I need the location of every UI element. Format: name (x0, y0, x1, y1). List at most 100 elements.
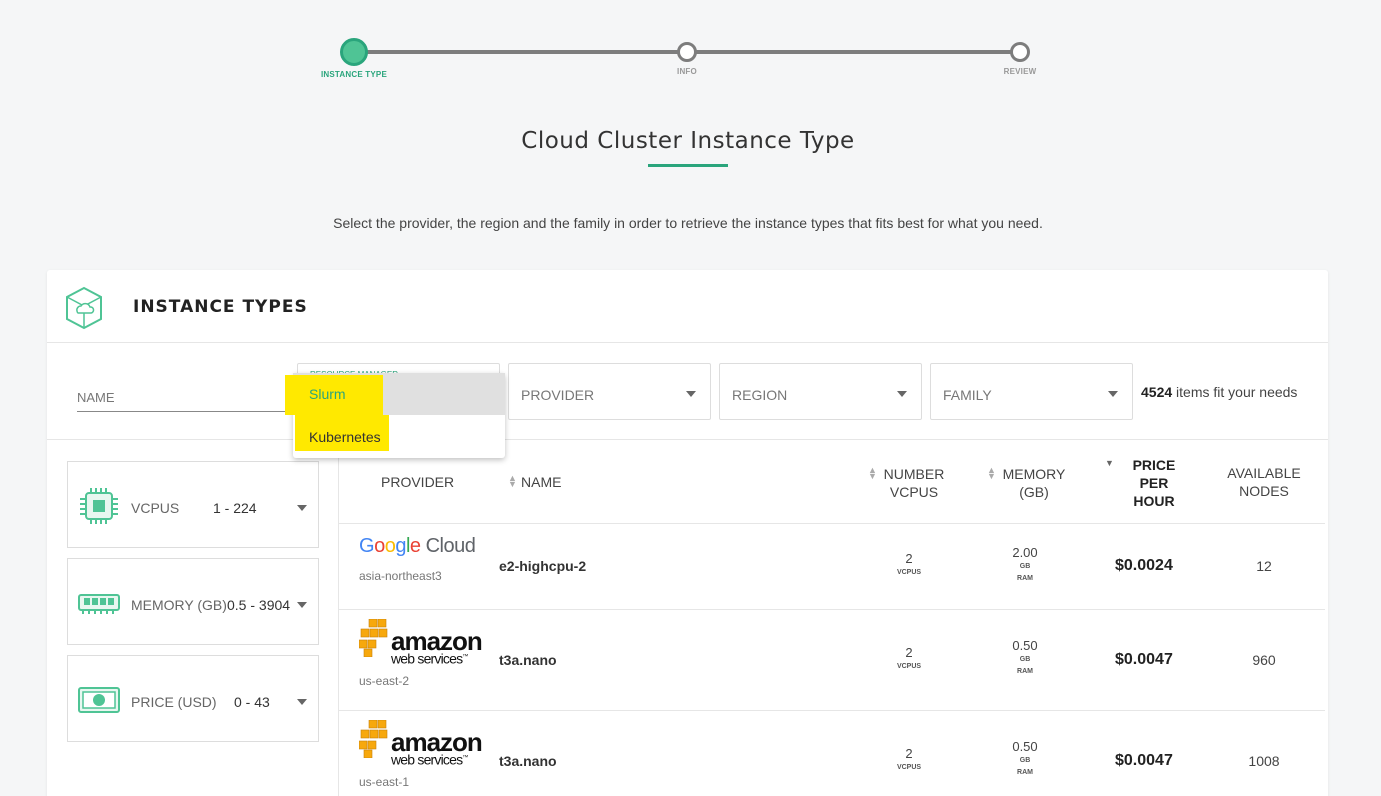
sort-icon[interactable]: ▲ ▼ (868, 466, 877, 481)
chevron-down-icon (686, 391, 696, 397)
step-label: INFO (677, 67, 697, 76)
results-count-number: 4524 (1141, 384, 1173, 400)
cpu-icon (80, 488, 118, 524)
step-review[interactable]: REVIEW (980, 38, 1060, 76)
logo-letter: g (395, 535, 406, 557)
row-instance-name: t3a.nano (499, 652, 557, 668)
aws-cubes-icon (359, 720, 388, 758)
row-vcpus-value: 2 (905, 645, 913, 660)
provider-select[interactable]: PROVIDER (508, 363, 711, 420)
resource-manager-dropdown: Slurm Kubernetes (285, 373, 505, 458)
aws-trademark: ™ (462, 654, 468, 660)
aws-sub: web services™ (391, 751, 468, 768)
column-memory[interactable]: MEMORY (GB) (997, 465, 1071, 501)
row-memory-unit: RAM (1017, 668, 1033, 675)
filter-label: MEMORY (GB) (131, 597, 227, 613)
column-name[interactable]: NAME (521, 473, 561, 491)
stepper-line (354, 50, 687, 54)
row-instance-name: e2-highcpu-2 (499, 558, 587, 574)
page-title: Cloud Cluster Instance Type (521, 128, 855, 154)
row-price: $0.0047 (1115, 752, 1173, 769)
row-memory-unit: RAM (1017, 575, 1033, 582)
row-vcpus-unit: VCPUS (896, 663, 922, 670)
results-count: 4524 items fit your needs (1141, 384, 1297, 400)
google-cloud-logo: Google Cloud (359, 535, 476, 558)
aws-sub: web services™ (391, 651, 468, 666)
row-memory-unit: GB (1019, 563, 1031, 570)
row-region: us-east-2 (359, 674, 410, 688)
column-nodes[interactable]: AVAILABLE NODES (1224, 464, 1304, 500)
chevron-down-icon (1108, 391, 1118, 397)
column-price-line1: PRICE (1132, 457, 1176, 473)
table-row[interactable]: amazon web services™ us-east-1 t3a.nano … (339, 712, 1325, 796)
row-price: $0.0047 (1115, 651, 1173, 668)
chevron-down-icon (297, 699, 307, 705)
option-kubernetes[interactable]: Kubernetes (293, 415, 505, 458)
aws-sub-text: web services (391, 751, 463, 768)
logo-letter: o (384, 535, 396, 557)
results-count-suffix: items fit your needs (1172, 384, 1298, 400)
filter-range: 0 - 43 (234, 694, 270, 710)
row-vcpus: 2 VCPUS (894, 551, 924, 579)
logo-letter: o (374, 535, 385, 557)
family-select[interactable]: FAMILY (930, 363, 1133, 420)
page-subtitle: Select the provider, the region and the … (333, 215, 1043, 231)
chevron-down-icon (897, 391, 907, 397)
money-icon (78, 687, 120, 713)
filter-range: 0.5 - 3904 (227, 597, 291, 613)
memory-filter[interactable]: MEMORY (GB) 0.5 - 3904 (67, 558, 319, 645)
provider-placeholder: PROVIDER (521, 387, 595, 403)
row-memory-value: 2.00 (1012, 545, 1038, 560)
row-memory-unit: RAM (1017, 769, 1033, 776)
step-dot (340, 38, 368, 66)
row-memory: 2.00 GB RAM (1005, 545, 1045, 585)
row-memory-value: 0.50 (1012, 739, 1038, 754)
family-placeholder: FAMILY (943, 387, 992, 403)
aws-trademark: ™ (462, 755, 468, 761)
card-header: INSTANCE TYPES (47, 270, 1328, 343)
column-provider[interactable]: PROVIDER (381, 473, 454, 491)
region-select[interactable]: REGION (719, 363, 922, 420)
row-memory: 0.50 GB RAM (1005, 739, 1045, 779)
column-price[interactable]: PRICE PER HOUR (1124, 456, 1184, 510)
row-vcpus-value: 2 (905, 551, 913, 566)
cloud-cube-icon (66, 286, 102, 330)
title-underline (648, 164, 728, 167)
filter-label: PRICE (USD) (131, 694, 217, 710)
column-nodes-line1: AVAILABLE (1227, 465, 1301, 481)
table-row[interactable]: Google Cloud asia-northeast3 e2-highcpu-… (339, 525, 1325, 610)
table-row[interactable]: amazon web services™ us-east-2 t3a.nano … (339, 611, 1325, 711)
row-vcpus-unit: VCPUS (896, 569, 922, 576)
logo-letter: e (409, 535, 421, 557)
card-title: INSTANCE TYPES (133, 297, 308, 317)
row-instance-name: t3a.nano (499, 753, 557, 769)
row-memory-unit: GB (1019, 656, 1031, 663)
row-memory-value: 0.50 (1012, 638, 1038, 653)
step-instance-type[interactable]: INSTANCE TYPE (314, 38, 394, 79)
column-vcpus[interactable]: NUMBER VCPUS (879, 465, 949, 501)
aws-word: amazon (391, 626, 483, 656)
row-nodes: 1008 (1248, 753, 1280, 769)
column-vcpus-line2: VCPUS (889, 484, 939, 500)
column-vcpus-line1: NUMBER (883, 466, 945, 482)
option-label: Slurm (309, 386, 346, 402)
vcpus-filter[interactable]: VCPUS 1 - 224 (67, 461, 319, 548)
row-vcpus: 2 VCPUS (894, 746, 924, 774)
column-memory-line2: (GB) (1019, 484, 1049, 500)
row-vcpus-unit: VCPUS (896, 764, 922, 771)
sort-desc-icon[interactable]: ▼ (1105, 459, 1114, 468)
row-memory-unit: GB (1019, 757, 1031, 764)
filter-range: 1 - 224 (213, 500, 257, 516)
chevron-down-icon (297, 505, 307, 511)
sort-icon[interactable]: ▲ ▼ (508, 474, 517, 489)
option-slurm[interactable]: Slurm (285, 373, 505, 415)
step-info[interactable]: INFO (647, 38, 727, 76)
column-price-line2: PER (1139, 475, 1169, 491)
memory-icon (78, 594, 120, 614)
sort-icon[interactable]: ▲ ▼ (987, 466, 996, 481)
column-price-line3: HOUR (1133, 493, 1175, 509)
logo-letter: G (359, 535, 375, 557)
name-search-input[interactable] (77, 384, 287, 412)
price-filter[interactable]: PRICE (USD) 0 - 43 (67, 655, 319, 742)
instance-types-card: INSTANCE TYPES RESOURCE MANAGER PROVIDER… (47, 270, 1328, 796)
